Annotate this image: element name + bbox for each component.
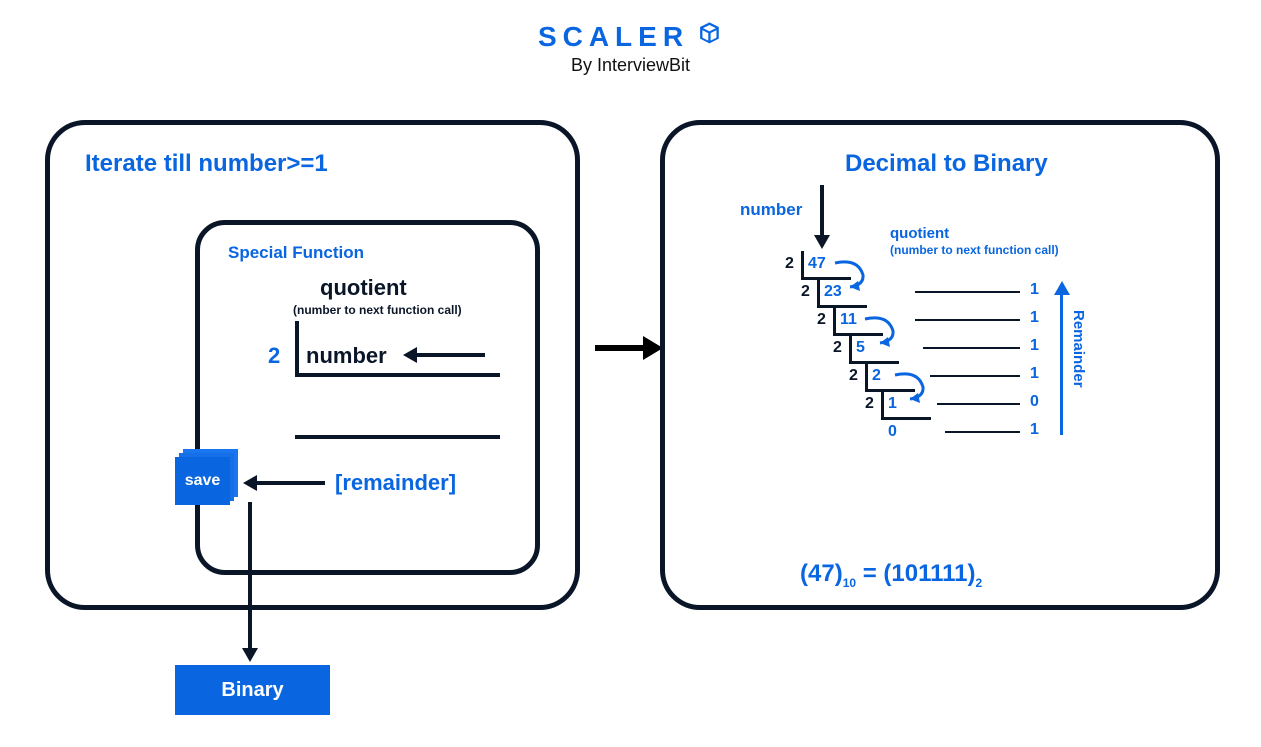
division-horizontal-line (295, 373, 500, 377)
divisor-value: 2 (268, 343, 280, 369)
number-label-right: number (740, 200, 802, 220)
number-down-line (820, 185, 824, 237)
result-equation: (47)10 = (101111)2 (800, 560, 982, 590)
divisor-4: 2 (849, 367, 858, 385)
rem-line-1 (915, 319, 1020, 321)
connector-arrow-icon (595, 345, 645, 351)
stair-h3 (849, 361, 899, 364)
decimal-to-binary-title: Decimal to Binary (845, 150, 1048, 178)
value-4: 2 (872, 367, 881, 385)
rem-line-2 (923, 347, 1020, 349)
number-label: number (306, 343, 387, 369)
stair-v3 (849, 335, 852, 363)
divisor-3: 2 (833, 339, 842, 357)
remainder-3: 1 (1030, 365, 1039, 383)
division-bottom-line (295, 435, 500, 439)
remainder-column-label: Remainder (1070, 310, 1087, 388)
value-0: 47 (808, 255, 826, 273)
remainder-2: 1 (1030, 337, 1039, 355)
stair-v5 (881, 391, 884, 419)
divisor-1: 2 (801, 283, 810, 301)
remainder-arrow-line (255, 481, 325, 485)
iterate-title: Iterate till number>=1 (85, 150, 328, 178)
left-panel: Iterate till number>=1 Special Function … (45, 120, 580, 610)
remainder-4: 0 (1030, 393, 1039, 411)
save-block-front: save (175, 457, 230, 505)
rem-line-4 (937, 403, 1020, 405)
save-label: save (185, 472, 221, 490)
save-to-binary-head (242, 648, 258, 662)
quotient-sublabel: (number to next function call) (293, 303, 462, 317)
remainder-label: [remainder] (335, 470, 456, 496)
value-6: 0 (888, 423, 897, 441)
special-function-box: Special Function quotient (number to nex… (195, 220, 540, 575)
binary-output-box: Binary (175, 665, 330, 715)
stair-h5 (881, 417, 931, 420)
result-decimal-base: 10 (843, 576, 856, 590)
curve-arrow-3 (890, 367, 940, 407)
remainder-0: 1 (1030, 281, 1039, 299)
remainder-up-line (1060, 293, 1063, 435)
divisor-5: 2 (865, 395, 874, 413)
right-panel: Decimal to Binary number quotient (numbe… (660, 120, 1220, 610)
cube-icon (695, 20, 723, 53)
division-vertical-line (295, 321, 299, 376)
stair-v0 (801, 251, 804, 279)
remainder-1: 1 (1030, 309, 1039, 327)
number-arrow-line (415, 353, 485, 357)
stair-v1 (817, 279, 820, 307)
curve-arrow-2 (860, 311, 910, 351)
rem-line-0 (915, 291, 1020, 293)
stair-v4 (865, 363, 868, 391)
brand-byline: By InterviewBit (538, 55, 723, 76)
quotient-sublabel-right: (number to next function call) (890, 243, 1059, 257)
special-function-label: Special Function (228, 243, 364, 263)
rem-line-3 (930, 375, 1020, 377)
quotient-label: quotient (320, 275, 407, 301)
number-down-head (814, 235, 830, 249)
stair-h1 (817, 305, 867, 308)
remainder-5: 1 (1030, 421, 1039, 439)
value-2: 11 (840, 311, 857, 329)
curve-arrow-1 (830, 255, 880, 295)
binary-label: Binary (221, 679, 283, 702)
remainder-up-head (1054, 281, 1070, 295)
number-arrow-head (403, 347, 417, 363)
brand-logo: SCALER By InterviewBit (538, 20, 723, 76)
result-binary-base: 2 (976, 576, 983, 590)
brand-text: SCALER (538, 21, 689, 53)
divisor-0: 2 (785, 255, 794, 273)
save-to-binary-line (248, 502, 252, 650)
rem-line-5 (945, 431, 1020, 433)
result-binary: (101111) (883, 560, 975, 587)
divisor-2: 2 (817, 311, 826, 329)
stair-v2 (833, 307, 836, 335)
remainder-arrow-head (243, 475, 257, 491)
result-equals: = (863, 560, 884, 587)
result-decimal: (47) (800, 560, 843, 587)
quotient-label-right: quotient (890, 225, 949, 242)
